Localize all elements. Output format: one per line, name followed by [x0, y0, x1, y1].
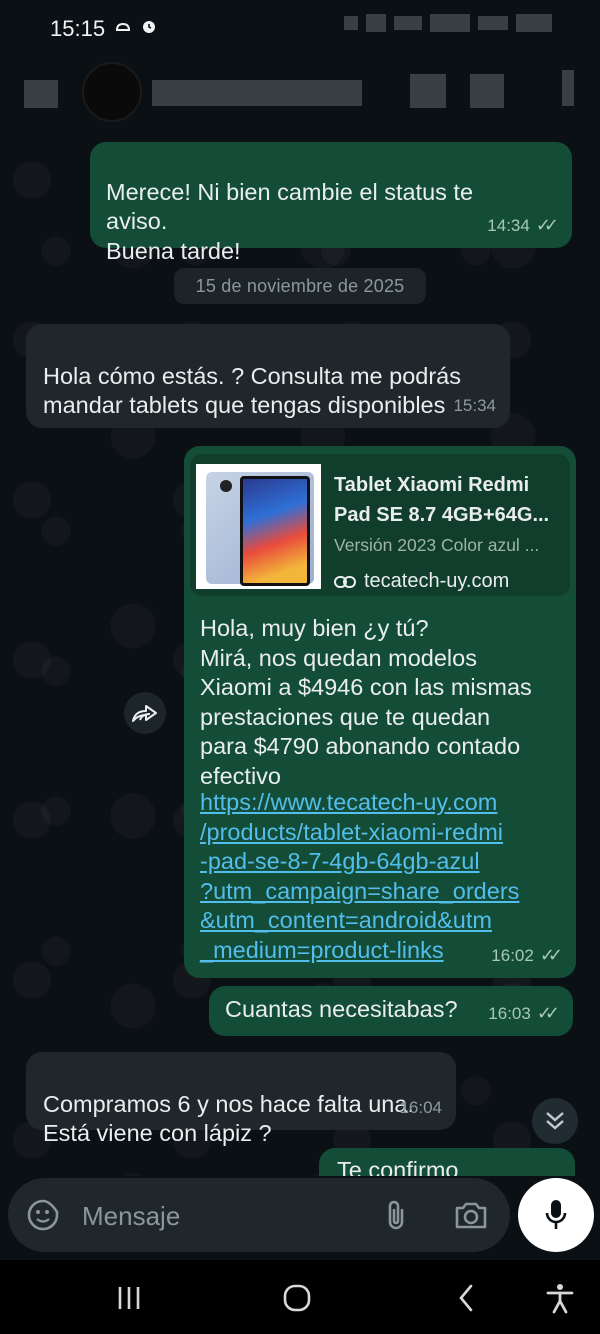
system-navigation-bar [0, 1260, 600, 1334]
message-meta: 16:04 [399, 1093, 442, 1123]
back-arrow-icon[interactable] [24, 80, 58, 108]
message-text: Cuantas necesitabas? [225, 996, 458, 1022]
message-text: Te confirmo [337, 1157, 459, 1176]
emoji-sticker-icon[interactable] [26, 1198, 60, 1237]
message-time: 16:02 [491, 945, 534, 965]
read-receipt-icon: ✓✓ [535, 214, 559, 235]
forward-icon [132, 705, 157, 722]
voice-message-button[interactable] [518, 1178, 594, 1252]
double-chevron-down-icon [546, 1112, 564, 1130]
preview-domain: tecatech-uy.com [364, 570, 510, 592]
tablet-image [206, 472, 314, 586]
outgoing-message[interactable]: Cuantas necesitabas? 16:03 ✓✓ [209, 986, 573, 1036]
alarm-icon [140, 17, 158, 40]
microphone-icon [545, 1200, 567, 1229]
home-button[interactable] [277, 1278, 317, 1318]
link-preview[interactable]: Tablet Xiaomi Redmi Pad SE 8.7 4GB+64G..… [190, 454, 570, 596]
message-time: 15:34 [453, 395, 496, 415]
camera-icon[interactable] [454, 1200, 488, 1235]
attach-icon[interactable] [384, 1198, 408, 1237]
message-text: Merece! Ni bien cambie el status te avis… [106, 178, 474, 264]
product-thumbnail [196, 464, 321, 589]
video-call-icon[interactable] [410, 74, 446, 108]
message-meta: 15:34 [453, 391, 496, 421]
message-meta: 16:02 ✓✓ [491, 941, 563, 971]
back-icon [459, 1284, 473, 1312]
contact-name-blurred[interactable] [152, 80, 362, 106]
preview-subtitle: Versión 2023 Color azul ... [334, 535, 540, 555]
back-button[interactable] [446, 1278, 486, 1318]
status-time: 15:15 [50, 16, 106, 41]
read-receipt-icon: ✓✓ [536, 1002, 560, 1023]
recent-apps-icon [118, 1287, 140, 1309]
status-icons-blurred [344, 14, 552, 32]
accessibility-button[interactable] [540, 1278, 580, 1318]
chat-header [0, 56, 600, 132]
message-meta: 16:03 ✓✓ [488, 999, 560, 1029]
accessibility-icon [546, 1284, 574, 1314]
outgoing-message-link-preview[interactable]: Tablet Xiaomi Redmi Pad SE 8.7 4GB+64G..… [184, 446, 576, 978]
message-input[interactable]: Mensaje [82, 1201, 180, 1232]
read-receipt-icon: ✓✓ [539, 944, 563, 965]
incoming-message[interactable]: Hola cómo estás. ? Consulta me podrás ma… [26, 324, 510, 428]
voice-call-icon[interactable] [470, 74, 504, 108]
message-time: 16:03 [488, 1003, 531, 1023]
outgoing-message[interactable]: Merece! Ni bien cambie el status te avis… [90, 142, 572, 264]
message-link[interactable]: https://www.tecatech-uy.com /products/ta… [200, 788, 570, 965]
message-time: 14:34 [487, 215, 530, 235]
recent-apps-button[interactable] [109, 1278, 149, 1318]
more-options-icon[interactable] [562, 70, 574, 106]
message-text: Hola, muy bien ¿y tú? Mirá, nos quedan m… [200, 615, 532, 789]
message-input-bar[interactable]: Mensaje [8, 1178, 510, 1252]
scroll-to-bottom-button[interactable] [532, 1098, 578, 1144]
date-separator: 15 de noviembre de 2025 [174, 268, 426, 304]
link-icon [334, 575, 356, 588]
forward-button[interactable] [124, 692, 166, 734]
chat-area[interactable]: Merece! Ni bien cambie el status te avis… [0, 132, 600, 1176]
preview-title: Tablet Xiaomi Redmi Pad SE 8.7 4GB+64G..… [334, 474, 550, 526]
message-text: Hola cómo estás. ? Consulta me podrás ma… [43, 362, 461, 419]
home-icon [283, 1284, 311, 1312]
outgoing-message[interactable]: Te confirmo [319, 1148, 575, 1176]
preview-site: tecatech-uy.com [334, 567, 509, 596]
contact-avatar[interactable] [82, 62, 142, 122]
message-meta: 14:34 ✓✓ [487, 211, 559, 241]
message-text: Compramos 6 y nos hace falta una. Está v… [43, 1090, 414, 1147]
message-time: 16:04 [399, 1097, 442, 1117]
incoming-message[interactable]: Compramos 6 y nos hace falta una. Está v… [26, 1052, 456, 1146]
status-bar: 15:15 [0, 0, 600, 56]
cloud-icon [114, 17, 132, 40]
